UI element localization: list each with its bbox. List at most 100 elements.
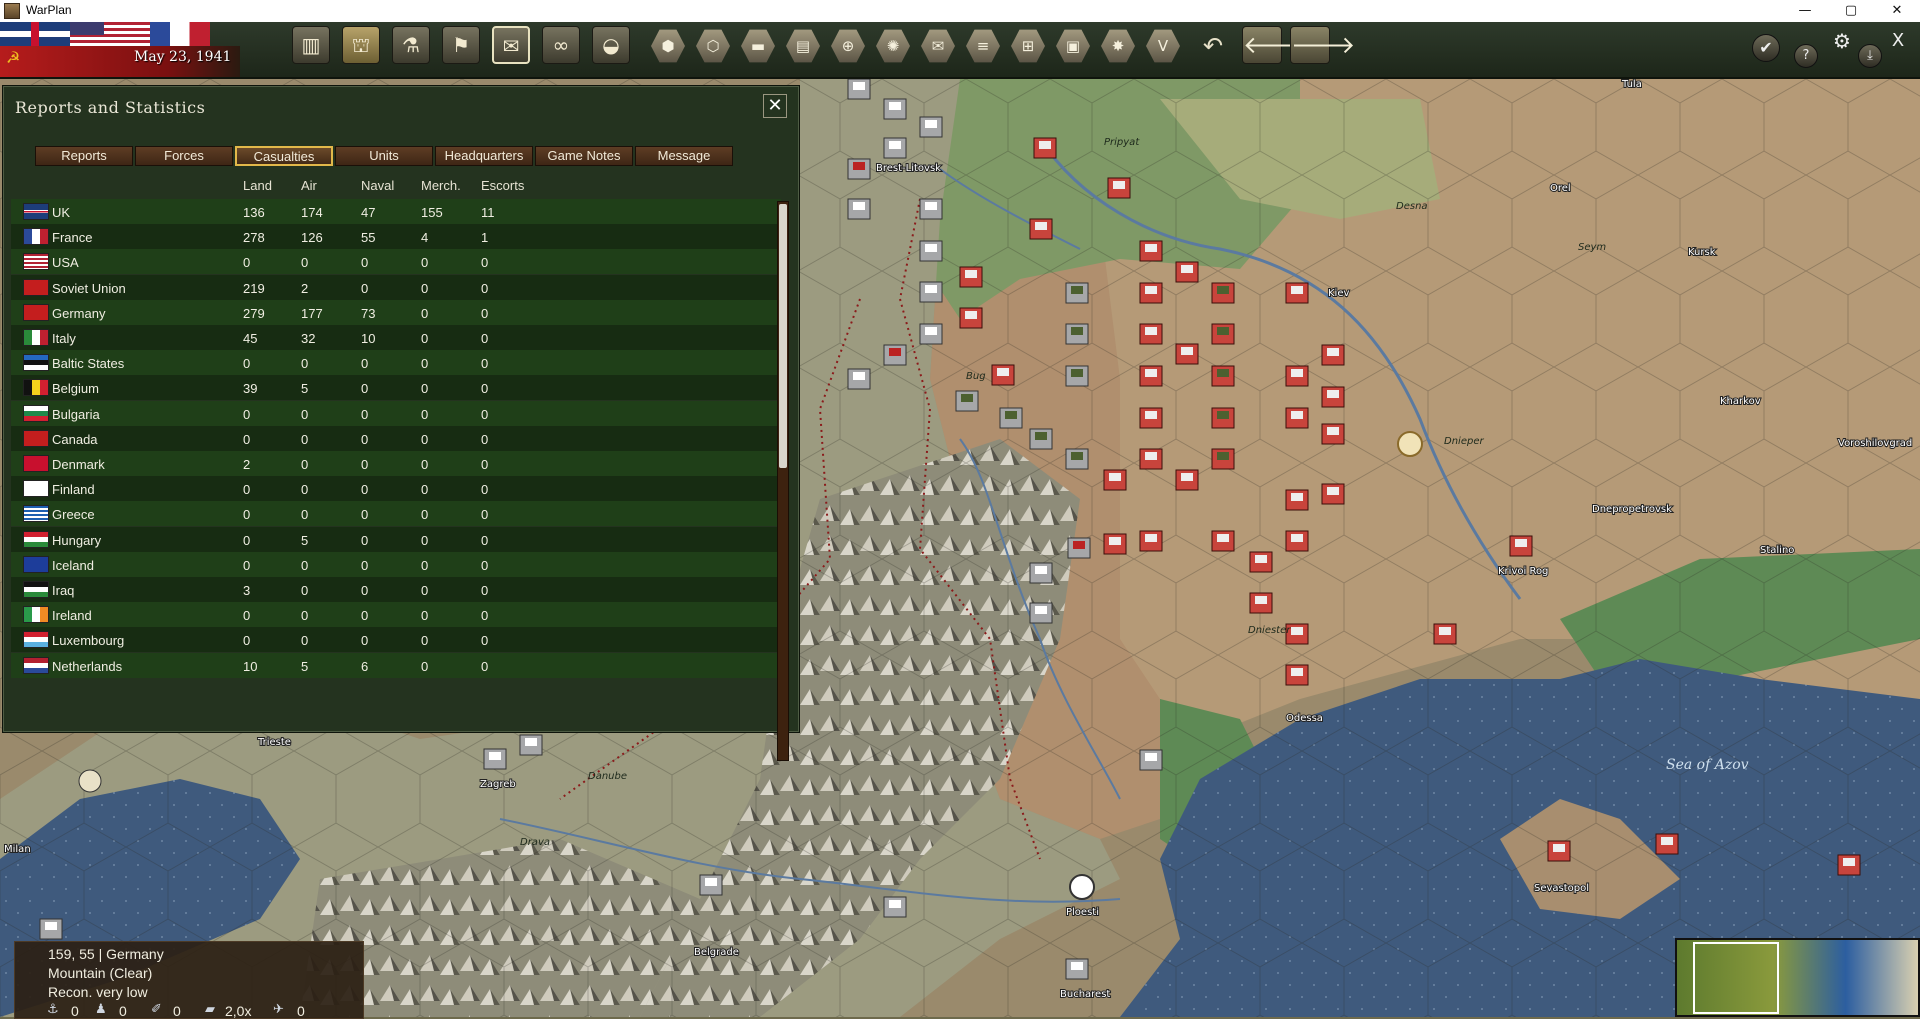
scrollbar-thumb[interactable] [779, 204, 787, 468]
tab-casualties[interactable]: Casualties [235, 146, 333, 166]
table-row: Luxembourg 0 0 0 0 0 [11, 627, 781, 653]
explosion-icon: ✸ [1111, 37, 1125, 55]
map-city-label: Tula [1621, 79, 1642, 90]
casualty-naval: 0 [361, 557, 369, 573]
panel-close-button[interactable]: ✕ [763, 94, 787, 118]
supply-icon: ⛫ [351, 33, 371, 57]
frame-icon: ▣ [1065, 37, 1081, 55]
binoculars-icon: ∞ [552, 33, 570, 57]
casualty-naval: 0 [361, 431, 369, 447]
map-river-label: Bug [966, 371, 986, 382]
table-row: UK 136 174 47 155 11 [11, 199, 781, 224]
casualty-escorts: 0 [481, 431, 489, 447]
settings-button[interactable]: ⚙ [1828, 28, 1856, 56]
production-button[interactable]: ▥ [292, 26, 330, 64]
download-icon: ⤓ [1867, 48, 1873, 63]
tab-game-notes[interactable]: Game Notes [535, 146, 633, 166]
anchor-icon: ⚓ [47, 1002, 59, 1017]
country-name: Baltic States [52, 356, 125, 372]
save-button[interactable]: ⤓ [1858, 44, 1882, 68]
france-flag-icon [150, 22, 210, 46]
map-city-label: Belgrade [694, 947, 739, 958]
map-river-label: Dnieper [1444, 436, 1484, 447]
table-row: Finland 0 0 0 0 0 [11, 476, 781, 502]
hex-terrain: Mountain (Clear) [48, 965, 153, 981]
country-flag-icon [23, 329, 49, 346]
undo-icon: ↶ [1202, 32, 1224, 60]
country-name: Soviet Union [52, 280, 126, 296]
intelligence-button[interactable]: ∞ [542, 26, 580, 64]
country-name: Canada [52, 431, 98, 447]
country-name: Bulgaria [52, 406, 100, 422]
casualties-table: UK 136 174 47 155 11 France 278 126 55 4 1 USA 0 0 0 0 0 S… [11, 199, 793, 762]
tab-forces[interactable]: Forces [135, 146, 233, 166]
resource-marker-icon [78, 769, 102, 793]
tab-reports[interactable]: Reports [35, 146, 133, 166]
table-row: Ireland 0 0 0 0 0 [11, 602, 781, 628]
casualty-land: 0 [243, 356, 251, 372]
research-button[interactable]: ⚗ [392, 26, 430, 64]
country-flag-icon [23, 278, 49, 296]
panel-title: Reports and Statistics [15, 98, 206, 117]
casualty-escorts: 0 [481, 356, 489, 372]
country-flag-icon [23, 253, 49, 271]
casualty-merch: 0 [421, 583, 429, 598]
hex-recon: Recon. very low [48, 984, 148, 1000]
undo-button[interactable]: ↶ [1197, 30, 1229, 62]
previous-button[interactable]: 🡐 [1242, 26, 1307, 64]
table-scrollbar[interactable] [777, 201, 789, 761]
casualty-air: 0 [301, 431, 309, 447]
casualty-naval: 0 [361, 583, 369, 598]
casualty-escorts: 0 [481, 482, 489, 498]
exit-game-button[interactable]: X [1884, 28, 1912, 56]
country-flag-icon [23, 203, 49, 220]
casualty-air: 177 [301, 305, 323, 321]
minimap[interactable] [1675, 938, 1920, 1017]
close-window-button[interactable]: ✕ [1874, 0, 1920, 22]
minimap-viewport[interactable] [1693, 942, 1779, 1014]
fortification-icon: ▰ [205, 1002, 215, 1017]
hex-separator: | [98, 946, 107, 962]
tab-message[interactable]: Message [635, 146, 733, 166]
diplomacy-button[interactable]: ⚑ [442, 26, 480, 64]
crosshair-icon: ⊕ [841, 37, 855, 55]
tab-headquarters[interactable]: Headquarters [435, 146, 533, 166]
map-sea-label: Sea of Azov [1666, 757, 1749, 773]
end-turn-button[interactable]: ✔ [1752, 34, 1780, 62]
map-city-label: Voroshilovgrad [1838, 438, 1912, 449]
country-name: Greece [52, 507, 95, 523]
country-flag-icon [23, 581, 49, 598]
casualty-air: 0 [301, 406, 309, 422]
game-toolbar: ☭ [0, 22, 1920, 79]
map-city-label: Krivoi Rog [1498, 566, 1548, 577]
casualty-merch: 0 [421, 482, 429, 498]
exit-icon: X [1891, 30, 1905, 51]
maximize-button[interactable]: ▢ [1828, 0, 1874, 22]
column-header-land: Land [243, 178, 272, 193]
map-city-label: Dnepropetrovsk [1592, 504, 1672, 515]
table-row: Italy 45 32 10 0 0 [11, 325, 781, 350]
units-button[interactable]: ◒ [592, 26, 630, 64]
casualty-air: 2 [301, 280, 309, 296]
soldier-icon: ♟ [95, 1002, 107, 1017]
sun-icon: ✺ [886, 37, 900, 55]
minimize-button[interactable]: — [1782, 0, 1828, 22]
casualty-land: 0 [243, 431, 251, 447]
supply-button[interactable]: ⛫ [342, 26, 380, 64]
reports-button[interactable]: ✉ [492, 26, 530, 64]
country-flag-icon [23, 429, 49, 447]
country-flag-icon [23, 480, 49, 498]
help-icon: ? [1802, 48, 1810, 63]
casualty-land: 0 [243, 482, 251, 498]
hex-owner: Germany [106, 946, 164, 962]
tab-units[interactable]: Units [335, 146, 433, 166]
country-name: USA [52, 255, 79, 271]
help-button[interactable]: ? [1794, 44, 1818, 68]
next-button[interactable]: 🡒 [1290, 26, 1355, 64]
map-city-label: Sevastopol [1534, 883, 1589, 894]
country-name: Ireland [52, 608, 92, 624]
artillery-icon: ✐ [151, 1002, 162, 1017]
casualty-escorts: 0 [481, 608, 489, 624]
grid-icon: ⊞ [1021, 37, 1035, 55]
map-river-label: Danube [588, 771, 627, 782]
